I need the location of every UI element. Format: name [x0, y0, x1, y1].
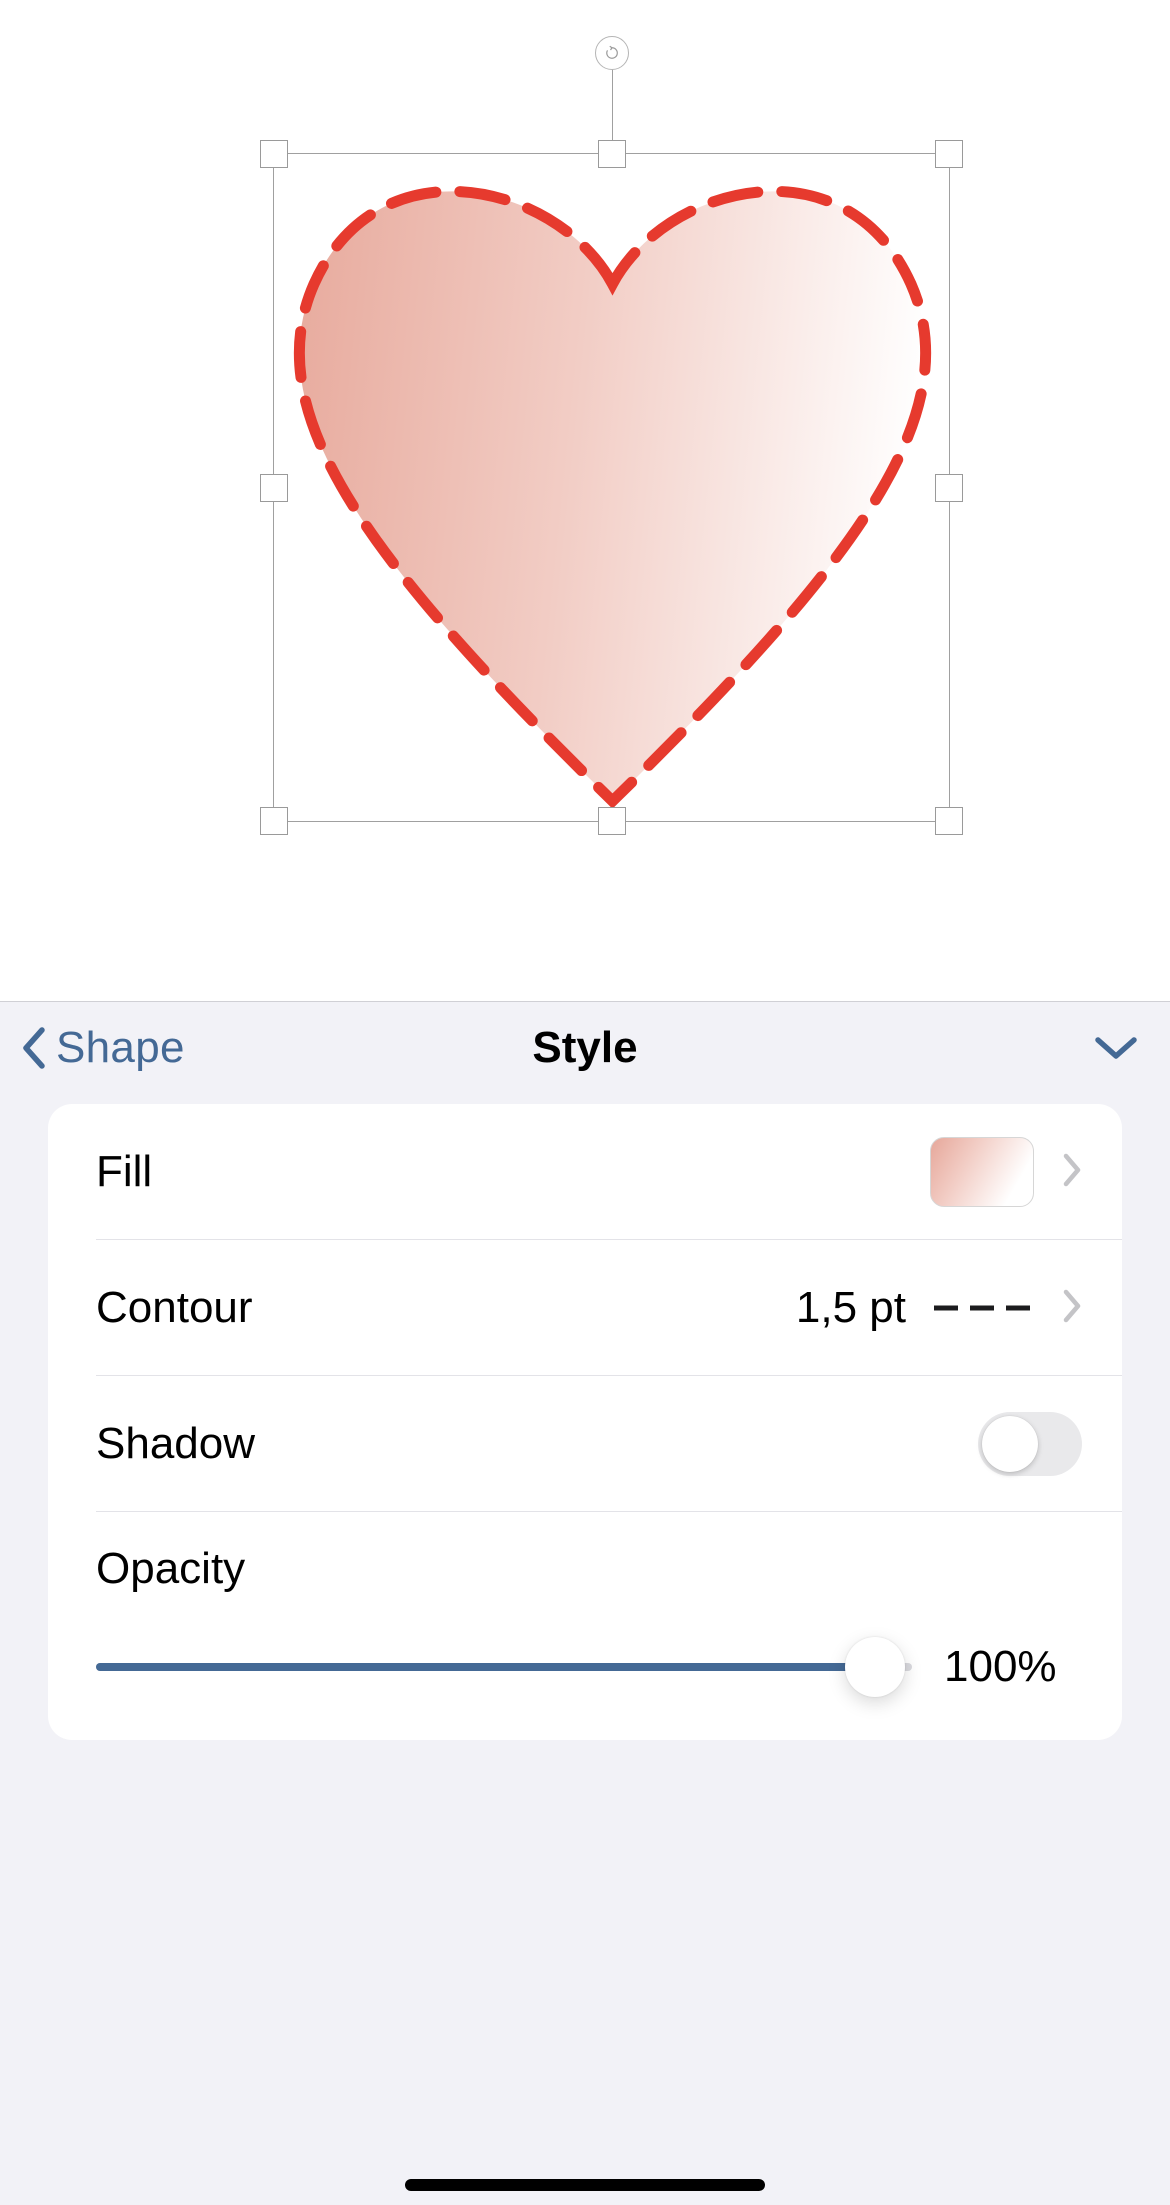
shape-selection-box[interactable] [273, 153, 950, 822]
home-indicator[interactable] [405, 2179, 765, 2191]
canvas-area[interactable] [0, 0, 1170, 1002]
shadow-toggle[interactable] [978, 1412, 1082, 1476]
chevron-left-icon [20, 1026, 48, 1070]
opacity-slider[interactable] [96, 1663, 912, 1671]
panel-title: Style [532, 1023, 637, 1073]
resize-handle-top-left[interactable] [260, 140, 288, 168]
back-label: Shape [56, 1023, 185, 1073]
heart-shape[interactable] [269, 149, 956, 828]
shadow-row: Shadow [48, 1376, 1122, 1512]
resize-handle-middle-right[interactable] [935, 474, 963, 502]
resize-handle-top-middle[interactable] [598, 140, 626, 168]
collapse-button[interactable] [1094, 1034, 1138, 1062]
chevron-down-icon [1094, 1034, 1138, 1062]
panel-header: Shape Style [0, 1002, 1170, 1094]
opacity-value: 100% [944, 1642, 1074, 1692]
resize-handle-middle-left[interactable] [260, 474, 288, 502]
contour-style-preview [934, 1293, 1034, 1323]
opacity-row: Opacity 100% [48, 1512, 1122, 1740]
slider-knob[interactable] [845, 1637, 905, 1697]
rotation-handle[interactable] [595, 36, 629, 70]
chevron-right-icon [1062, 1289, 1082, 1328]
slider-fill [96, 1663, 875, 1671]
fill-label: Fill [96, 1147, 930, 1197]
contour-row[interactable]: Contour 1,5 pt [48, 1240, 1122, 1376]
shadow-label: Shadow [96, 1419, 978, 1469]
chevron-right-icon [1062, 1153, 1082, 1192]
switch-knob [982, 1416, 1038, 1472]
contour-label: Contour [96, 1283, 796, 1333]
rotate-icon [603, 44, 621, 62]
fill-row[interactable]: Fill [48, 1104, 1122, 1240]
resize-handle-bottom-left[interactable] [260, 807, 288, 835]
fill-swatch [930, 1137, 1034, 1207]
back-button[interactable]: Shape [20, 1023, 185, 1073]
contour-value: 1,5 pt [796, 1283, 906, 1333]
resize-handle-top-right[interactable] [935, 140, 963, 168]
opacity-label: Opacity [96, 1544, 1074, 1594]
resize-handle-bottom-middle[interactable] [598, 807, 626, 835]
style-settings-card: Fill Contour 1,5 pt Shadow Opaci [48, 1104, 1122, 1740]
resize-handle-bottom-right[interactable] [935, 807, 963, 835]
